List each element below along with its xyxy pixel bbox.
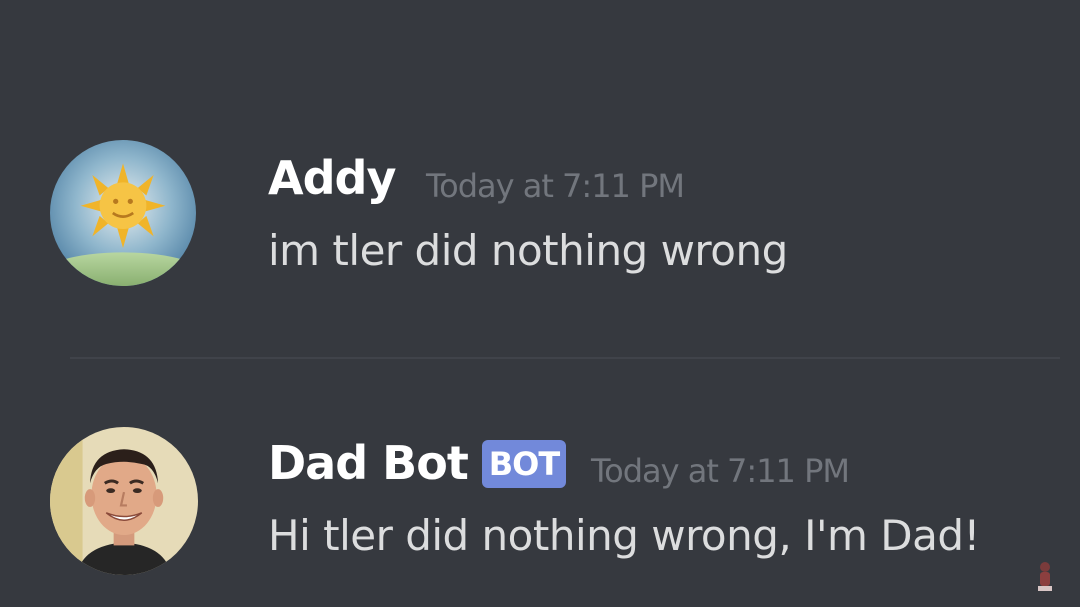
user-avatar[interactable] — [50, 140, 196, 286]
bot-avatar[interactable] — [50, 427, 198, 575]
timestamp: Today at 7:11 PM — [426, 167, 685, 205]
message-item: Addy Today at 7:11 PM im tler did nothin… — [0, 140, 1080, 300]
username[interactable]: Dad Bot — [268, 435, 469, 491]
message-divider — [70, 357, 1060, 359]
message-item: Dad Bot BOT Today at 7:11 PM Hi tler did… — [0, 425, 1080, 595]
watermark-icon — [1034, 559, 1056, 593]
timestamp: Today at 7:11 PM — [591, 452, 850, 490]
message-content: im tler did nothing wrong — [268, 226, 788, 275]
username[interactable]: Addy — [268, 150, 396, 206]
sun-avatar-icon — [50, 140, 196, 286]
message-content: Hi tler did nothing wrong, I'm Dad! — [268, 511, 980, 560]
chat-messages: Addy Today at 7:11 PM im tler did nothin… — [0, 0, 1080, 607]
bot-badge: BOT — [482, 440, 566, 488]
man-avatar-icon — [50, 427, 198, 575]
